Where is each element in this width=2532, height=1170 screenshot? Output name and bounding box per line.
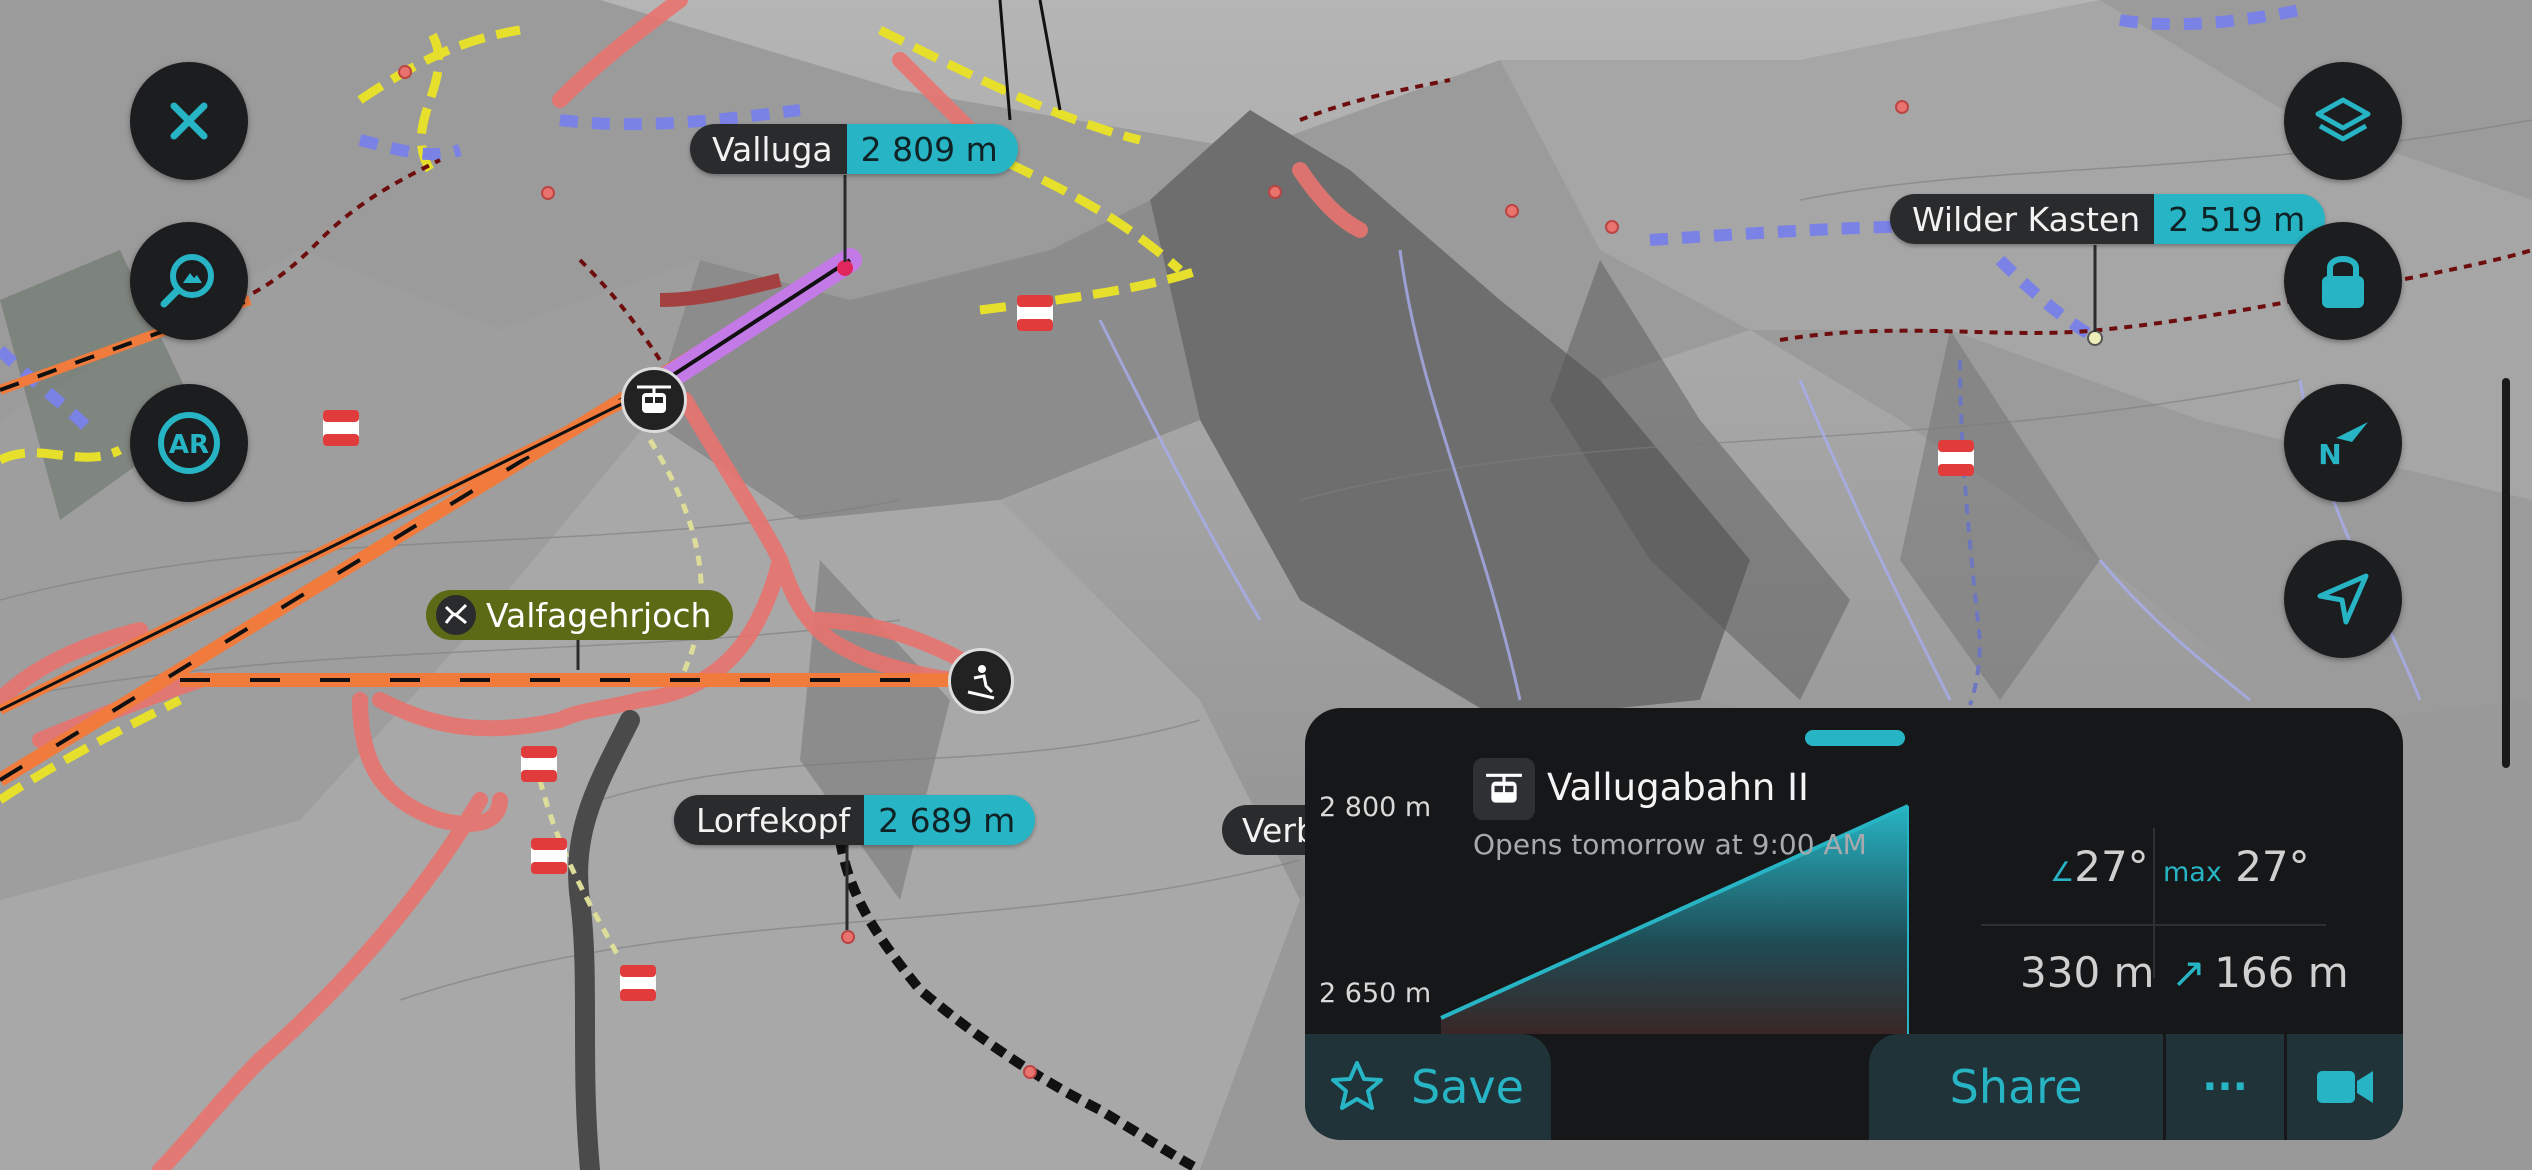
video-camera-icon [2317,1071,2373,1103]
ascent-value: 166 m [2214,948,2349,997]
wilder-kasten-summit-dot [2087,330,2103,346]
video-button[interactable] [2287,1034,2403,1140]
lift-ascent: ↗ 166 m [2171,948,2349,997]
ar-label: AR [169,430,209,460]
lift-info-panel: 2 800 m 2 650 m Vallugabahn II Opens tom… [1305,708,2403,1140]
mountain-pass-icon [436,595,476,635]
gondola-icon [1473,758,1535,820]
peak-name: Wilder Kasten [1890,194,2155,244]
peak-label-lorfekopf[interactable]: Lorfekopf 2 689 m [674,795,1036,845]
layers-button[interactable] [2284,62,2402,180]
my-location-button[interactable] [2284,540,2402,658]
location-arrow-icon [2317,573,2369,625]
pass-name: Valfagehrjoch [486,595,712,635]
compass-icon: N [2318,422,2368,471]
lock-button[interactable] [2284,222,2402,340]
save-label: Save [1411,1060,1524,1114]
gondola-station-icon[interactable] [621,367,687,433]
slope-max: max 27° [2163,842,2310,891]
peak-search-icon [160,254,214,308]
peak-search-button[interactable] [130,222,248,340]
valluga-summit-dot [837,260,853,276]
slope-max-label: max [2163,857,2222,888]
compass-north-label: N [2318,438,2341,471]
layers-icon [2315,97,2371,142]
peak-elevation: 2 689 m [864,795,1036,845]
stats-divider-horizontal [1981,924,2326,926]
save-button[interactable]: Save [1305,1034,1551,1140]
peak-elevation: 2 519 m [2154,194,2326,244]
lock-icon [2322,256,2364,308]
compass-button[interactable]: N [2284,384,2402,502]
angle-icon: ∠ [2050,857,2075,888]
ar-button[interactable]: AR [130,384,248,502]
peak-label-valluga[interactable]: Valluga 2 809 m [690,124,1018,174]
more-button[interactable]: ··· [2166,1034,2284,1140]
peak-label-wilder-kasten[interactable]: Wilder Kasten 2 519 m [1890,194,2326,244]
close-button[interactable] [130,62,248,180]
scroll-indicator[interactable] [2502,378,2510,768]
close-icon [170,102,208,140]
ascent-arrow-icon: ↗ [2171,948,2207,997]
share-button[interactable]: Share [1869,1034,2163,1140]
star-icon [1331,1061,1383,1110]
more-icon: ··· [2202,1064,2248,1110]
peak-name: Lorfekopf [674,795,865,845]
slope-max-value: 27° [2235,842,2310,891]
lift-status: Opens tomorrow at 9:00 AM [1473,828,1867,861]
ar-icon: AR [158,412,220,474]
ski-school-icon[interactable] [948,648,1014,714]
peak-elevation: 2 809 m [846,124,1018,174]
slope-average: ∠27° [2050,842,2149,891]
share-label: Share [1949,1060,2083,1114]
peak-name: Valluga [690,124,847,174]
lift-title: Vallugabahn II [1547,766,1809,809]
slope-average-value: 27° [2074,842,2149,891]
lift-length: 330 m [2020,948,2155,997]
pass-label-valfagehrjoch[interactable]: Valfagehrjoch [426,590,734,640]
